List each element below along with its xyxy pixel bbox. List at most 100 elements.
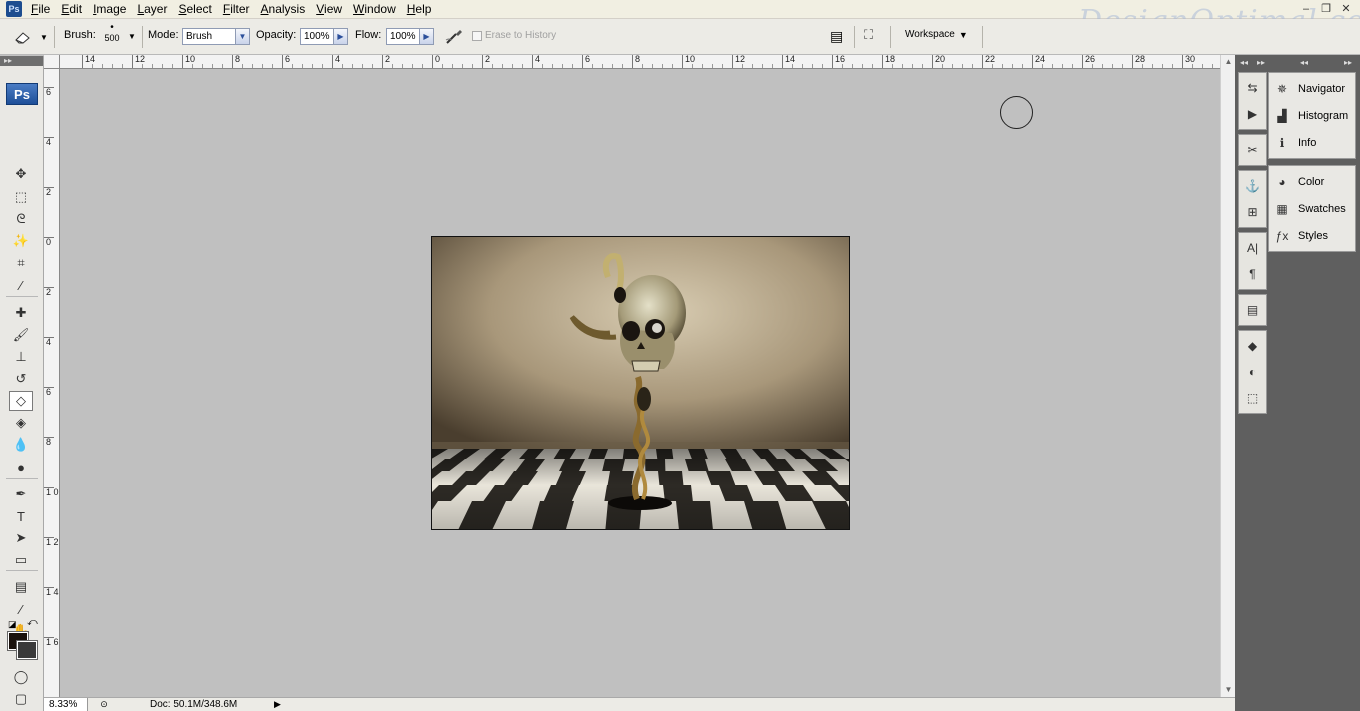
panel-grip-left-icon[interactable]: ◂◂ (1300, 57, 1308, 69)
collapse-strip-icon[interactable]: ◂◂ (1240, 57, 1248, 69)
ruler-tick-label: 14 (782, 55, 795, 68)
eyedropper2-tool-icon[interactable]: ⁄ (9, 599, 33, 619)
lasso-tool-icon[interactable]: ᘓ (9, 209, 33, 229)
opacity-field[interactable]: 100% ▶ (300, 28, 348, 45)
panel-shortcut-icon[interactable]: ¶ (1239, 261, 1266, 287)
tool-preset-picker[interactable]: ▼ (12, 26, 48, 48)
healing-brush-tool-icon[interactable]: ✚ (9, 303, 33, 323)
panel-shortcut-icon[interactable]: ⚓ (1239, 173, 1266, 199)
palette-well-icon: ▤ (830, 28, 844, 44)
rectangle-tool-icon[interactable]: ▭ (9, 550, 33, 570)
panel-shortcut-icon[interactable]: ◐ (1239, 359, 1266, 385)
mode-select[interactable]: Brush ▼ (182, 28, 250, 45)
brush-picker[interactable]: • 500 (101, 23, 123, 44)
type-tool-icon[interactable]: T (9, 506, 33, 526)
panel-shortcut-icon[interactable]: ◆ (1239, 333, 1266, 359)
menu-image[interactable]: Image (88, 0, 132, 19)
eraser-tool-icon[interactable]: ◇ (9, 391, 33, 411)
panel-tab-swatches[interactable]: ▦ Swatches (1269, 195, 1355, 222)
panel-tab-histogram[interactable]: ▟ Histogram (1269, 102, 1355, 129)
status-menu-arrow-icon[interactable]: ▶ (274, 699, 281, 710)
chevron-right-icon[interactable]: ▶ (334, 28, 348, 45)
canvas-workspace[interactable] (60, 69, 1220, 697)
panel-shortcut-icon[interactable]: A| (1239, 235, 1266, 261)
bridge-button[interactable]: ⛶ (864, 27, 873, 43)
scroll-up-icon[interactable]: ▲ (1221, 55, 1236, 69)
panel-shortcut-icon[interactable]: ▶ (1239, 101, 1266, 127)
panel-shortcut-icon[interactable]: ⊞ (1239, 199, 1266, 225)
dodge-tool-icon[interactable]: ● (9, 457, 33, 477)
menu-select[interactable]: Select (173, 0, 217, 19)
ruler-origin[interactable] (44, 55, 60, 69)
crop-tool-icon[interactable]: ⌗ (9, 253, 33, 273)
panel-shortcut-icon[interactable]: ✂ (1239, 137, 1266, 163)
document-image[interactable] (431, 236, 850, 530)
panel-shortcut-icon[interactable]: ⬚ (1239, 385, 1266, 411)
menu-edit[interactable]: Edit (56, 0, 88, 19)
background-color-swatch[interactable] (16, 640, 38, 660)
menu-window[interactable]: Window (348, 0, 402, 19)
workspace-menu[interactable]: Workspace ▼ (905, 29, 968, 40)
minimize-button[interactable]: – (1298, 2, 1314, 16)
menu-help[interactable]: Help (402, 0, 438, 19)
swap-colors-icon[interactable]: ⤺ (27, 617, 38, 628)
magic-wand-tool-icon[interactable]: ✨ (9, 231, 33, 251)
chevron-down-icon[interactable]: ▼ (128, 32, 136, 41)
opacity-value[interactable]: 100% (300, 28, 334, 45)
clone-stamp-tool-icon[interactable]: ⊥ (9, 347, 33, 367)
panel-tab-info[interactable]: ℹ Info (1269, 129, 1355, 156)
panel-icon-strip: ⇆ ▶ ✂ ⚓ ⊞ A| ¶ ▤ ◆ ◐ ⬚ (1238, 72, 1267, 418)
panel-shortcut-icon[interactable]: ▤ (1239, 297, 1266, 323)
restore-button[interactable]: ❐ (1318, 2, 1334, 16)
menu-file[interactable]: File (26, 0, 56, 19)
menu-filter[interactable]: Filter (218, 0, 256, 19)
blur-tool-icon[interactable]: 💧 (9, 435, 33, 455)
palette-well-button[interactable]: ▤ (830, 28, 843, 45)
panel-tab-navigator[interactable]: ✵ Navigator (1269, 75, 1355, 102)
vertical-scrollbar[interactable]: ▲ ▼ (1220, 55, 1235, 697)
ruler-minor-tick (1122, 64, 1123, 68)
horizontal-ruler[interactable]: 14 12 10 8 6 4 2 0 2 4 6 8 10 12 14 16 18 20 22 24 26 28 30 (60, 55, 1220, 69)
marquee-tool-icon[interactable]: ⬚ (9, 187, 33, 207)
chevron-down-icon: ▼ (958, 29, 968, 40)
quick-mask-icon[interactable]: ◯ (9, 667, 33, 687)
close-button[interactable]: ✕ (1338, 2, 1354, 16)
toolbox-grip[interactable]: ▸▸ (0, 56, 43, 66)
photoshop-logo[interactable]: Ps (6, 83, 38, 105)
photoshop-app-icon[interactable]: Ps (6, 1, 22, 17)
paint-bucket-tool-icon[interactable]: ◈ (9, 413, 33, 433)
navigator-panel-group: ✵ Navigator ▟ Histogram ℹ Info (1268, 72, 1356, 159)
move-tool-icon[interactable]: ✥ (9, 164, 33, 184)
path-selection-tool-icon[interactable]: ➤ (9, 528, 33, 548)
chevron-right-icon[interactable]: ▶ (420, 28, 434, 45)
notes-tool-icon[interactable]: ▤ (9, 577, 33, 597)
flow-field[interactable]: 100% ▶ (386, 28, 434, 45)
expand-strip-icon[interactable]: ▸▸ (1257, 57, 1265, 69)
eyedropper-tool-icon[interactable]: ⁄ (9, 275, 33, 295)
checkbox-box[interactable] (472, 30, 482, 41)
document-status-icon[interactable]: ⊙ (96, 699, 112, 710)
pen-tool-icon[interactable]: ✒ (9, 484, 33, 504)
history-brush-tool-icon[interactable]: ↺ (9, 369, 33, 389)
panel-grip-right-icon[interactable]: ▸▸ (1344, 57, 1352, 69)
navigator-icon: ✵ (1276, 81, 1288, 96)
brush-tool-icon[interactable]: 🖌 (9, 325, 33, 345)
ruler-tick-label: 0 (44, 237, 54, 287)
screen-mode-icon[interactable]: ▢ (9, 689, 33, 709)
menu-layer[interactable]: Layer (132, 0, 173, 19)
panel-tab-styles[interactable]: ƒx Styles (1269, 222, 1355, 249)
airbrush-toggle[interactable] (443, 26, 465, 48)
ruler-minor-tick (662, 64, 663, 68)
panel-tab-color[interactable]: ◕ Color (1269, 168, 1355, 195)
default-colors-icon[interactable]: ◪ (8, 619, 17, 630)
swatches-icon: ▦ (1276, 201, 1288, 216)
zoom-level-field[interactable]: 8.33% (44, 698, 88, 711)
menu-view[interactable]: View (311, 0, 348, 19)
flow-value[interactable]: 100% (386, 28, 420, 45)
scroll-down-icon[interactable]: ▼ (1221, 683, 1236, 697)
erase-history-checkbox[interactable]: Erase to History (472, 30, 556, 41)
ruler-minor-tick (892, 64, 893, 68)
vertical-ruler[interactable]: 642024681 01 21 41 6 (44, 69, 60, 697)
menu-analysis[interactable]: Analysis (256, 0, 312, 19)
panel-shortcut-icon[interactable]: ⇆ (1239, 75, 1266, 101)
